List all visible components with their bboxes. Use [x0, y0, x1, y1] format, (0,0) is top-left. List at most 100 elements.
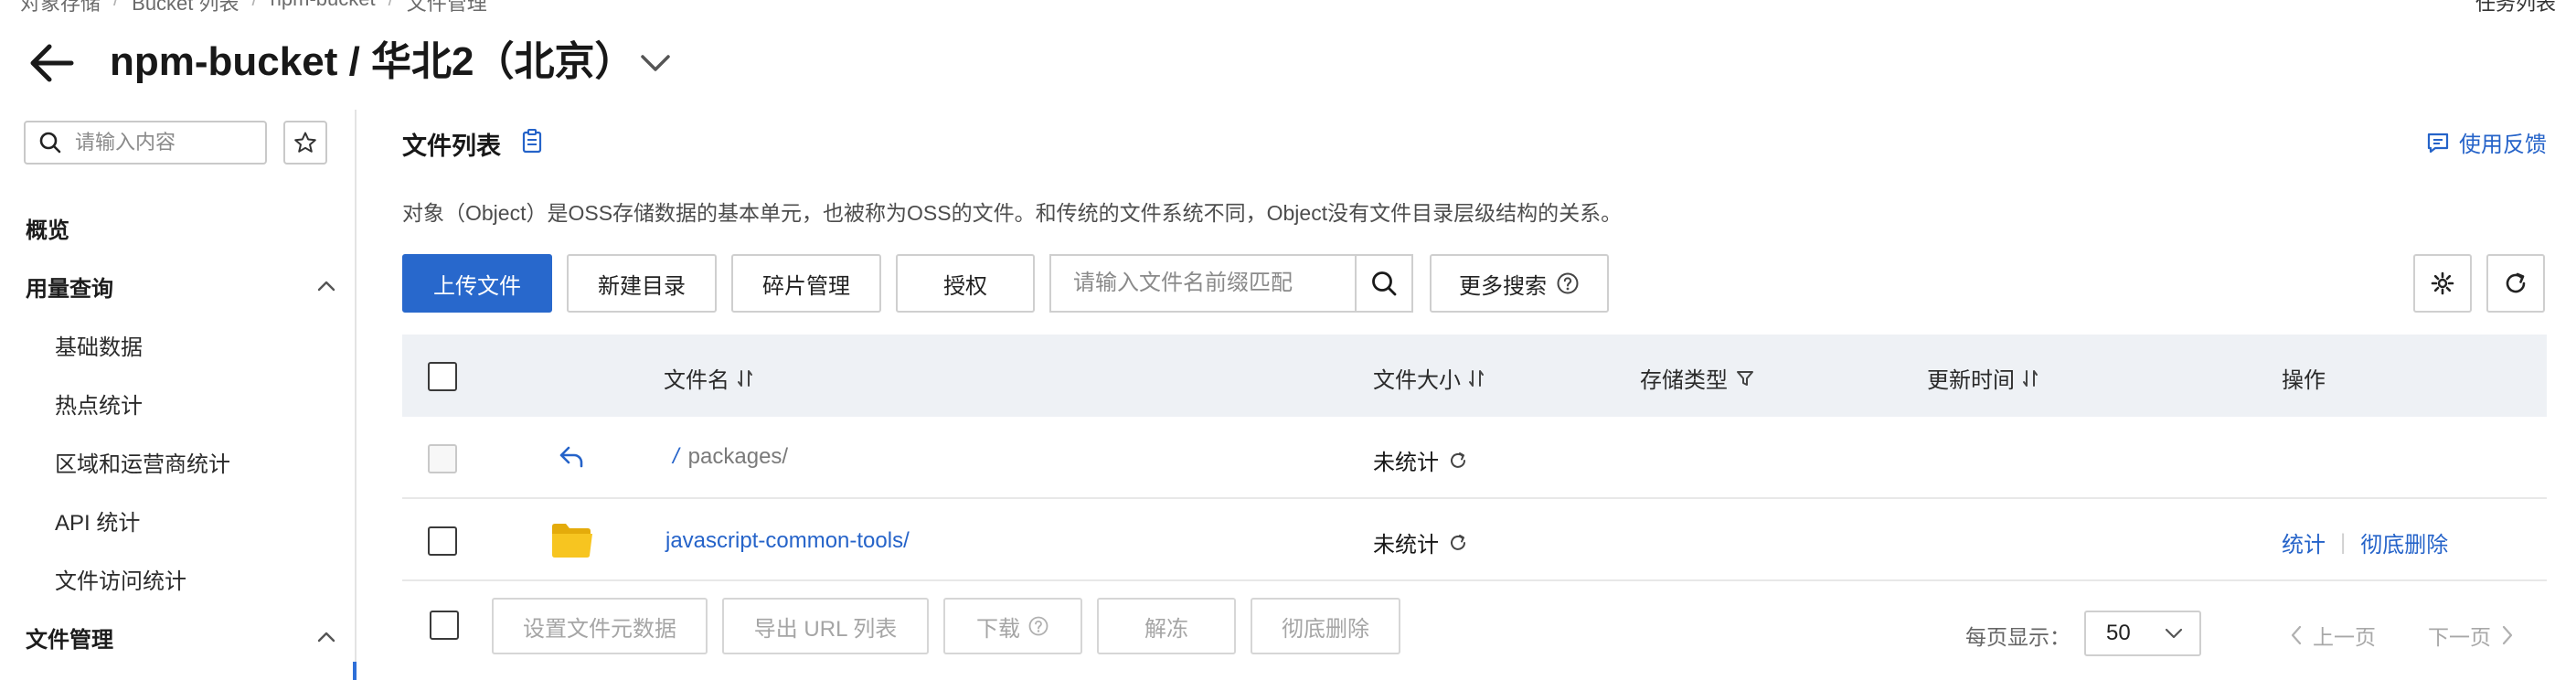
parent-size-cell: 未统计: [1373, 444, 1468, 476]
new-directory-button[interactable]: 新建目录: [567, 254, 717, 313]
favorite-button[interactable]: [283, 121, 327, 165]
prev-page-button[interactable]: 上一页: [2289, 620, 2376, 651]
breadcrumb: 对象存储 / Bucket 列表 / npm-bucket / 文件管理: [20, 0, 487, 16]
sidebar-group-file-management[interactable]: 文件管理: [26, 622, 113, 653]
column-updated[interactable]: 更新时间: [1927, 362, 2038, 394]
sidebar-item-hotspot[interactable]: 热点统计: [55, 388, 143, 420]
export-url-button[interactable]: 导出 URL 列表: [722, 598, 929, 654]
footer-select-all-checkbox[interactable]: [430, 611, 459, 640]
sidebar-item-basic-data[interactable]: 基础数据: [55, 329, 143, 361]
help-circle-icon: [1028, 616, 1048, 636]
column-actions: 操作: [2282, 362, 2326, 394]
folder-size-cell: 未统计: [1373, 526, 1468, 558]
download-label: 下载: [976, 616, 1020, 642]
column-storage-label: 存储类型: [1640, 368, 1728, 393]
chevron-down-icon[interactable]: [638, 48, 673, 79]
per-page-select[interactable]: 50: [2084, 611, 2201, 656]
help-circle-icon: [1557, 272, 1579, 294]
back-arrow-icon[interactable]: [26, 40, 77, 86]
column-filename[interactable]: 文件名: [664, 362, 753, 394]
search-icon: [39, 132, 61, 154]
sidebar-item-overview[interactable]: 概览: [26, 212, 69, 244]
chevron-up-icon[interactable]: [314, 629, 338, 645]
set-metadata-button[interactable]: 设置文件元数据: [492, 598, 708, 654]
column-updated-label: 更新时间: [1927, 368, 2015, 393]
message-icon: [2427, 133, 2449, 153]
next-page-label: 下一页: [2428, 625, 2491, 649]
breadcrumb-item-bucket[interactable]: npm-bucket: [271, 0, 376, 16]
row-actions: 统计 | 彻底删除: [2282, 526, 2448, 558]
more-search-label: 更多搜索: [1459, 273, 1547, 299]
sort-icon: [738, 369, 752, 387]
stats-action-link[interactable]: 统计: [2282, 526, 2326, 558]
breadcrumb-item-current: 文件管理: [406, 0, 487, 15]
refresh-button[interactable]: [2486, 254, 2545, 313]
column-actions-label: 操作: [2282, 368, 2326, 393]
column-filesize-label: 文件大小: [1373, 368, 1461, 393]
folder-icon: [552, 524, 592, 558]
row-checkbox-disabled: [428, 444, 457, 473]
folder-link[interactable]: javascript-common-tools/: [665, 528, 910, 554]
sidebar-search-input[interactable]: [75, 131, 249, 154]
feedback-link[interactable]: 使用反馈: [2426, 126, 2547, 158]
download-button[interactable]: 下载: [943, 598, 1082, 654]
sidebar-active-indicator: [353, 662, 357, 680]
sort-icon: [1469, 369, 1484, 387]
column-storage-type[interactable]: 存储类型: [1640, 362, 1755, 394]
breadcrumb-separator: /: [252, 0, 258, 16]
return-arrow-icon[interactable]: [558, 444, 585, 472]
select-all-checkbox[interactable]: [428, 362, 457, 391]
parent-slash: /: [673, 444, 679, 469]
search-icon: [1372, 271, 1397, 296]
chevron-right-icon: [2502, 625, 2513, 645]
parent-path: packages/: [687, 444, 789, 469]
parent-directory-link[interactable]: / packages/: [673, 444, 788, 470]
sidebar-divider: [355, 110, 357, 680]
size-text: 未统计: [1373, 451, 1439, 475]
refresh-icon[interactable]: [1448, 533, 1468, 553]
breadcrumb-separator: /: [113, 0, 119, 16]
refresh-icon[interactable]: [1448, 451, 1468, 471]
chevron-up-icon[interactable]: [314, 278, 338, 294]
row-divider: [402, 579, 2547, 581]
prev-page-label: 上一页: [2313, 625, 2376, 649]
gear-icon: [2431, 271, 2454, 295]
sidebar-search[interactable]: [24, 121, 267, 165]
column-filename-label: 文件名: [664, 368, 729, 393]
settings-button[interactable]: [2413, 254, 2472, 313]
refresh-icon: [2506, 272, 2526, 293]
breadcrumb-separator: /: [389, 0, 394, 16]
clipboard-icon[interactable]: [521, 128, 543, 154]
per-page-value: 50: [2106, 621, 2131, 645]
sidebar-group-usage[interactable]: 用量查询: [26, 271, 113, 303]
sidebar-item-region-isp[interactable]: 区域和运营商统计: [55, 446, 230, 478]
fragment-management-button[interactable]: 碎片管理: [731, 254, 881, 313]
column-filesize[interactable]: 文件大小: [1373, 362, 1485, 394]
sidebar-item-file-access[interactable]: 文件访问统计: [55, 563, 186, 595]
size-text: 未统计: [1373, 533, 1439, 558]
task-list-link[interactable]: 任务列表: [2475, 0, 2556, 16]
action-separator: |: [2340, 529, 2347, 555]
per-page-label: 每页显示：: [1965, 625, 2070, 649]
batch-delete-button[interactable]: 彻底删除: [1251, 598, 1400, 654]
more-search-button[interactable]: 更多搜索: [1430, 254, 1609, 313]
chevron-down-icon: [2165, 628, 2183, 639]
upload-file-button[interactable]: 上传文件: [402, 254, 552, 313]
delete-action-link[interactable]: 彻底删除: [2360, 526, 2448, 558]
row-checkbox[interactable]: [428, 526, 457, 556]
file-search-button[interactable]: [1355, 254, 1413, 313]
row-divider: [402, 497, 2547, 499]
file-search-input[interactable]: [1073, 271, 1338, 296]
page-description: 对象（Object）是OSS存储数据的基本单元，也被称为OSS的文件。和传统的文…: [402, 201, 1623, 225]
breadcrumb-item-oss[interactable]: 对象存储: [20, 0, 101, 16]
sidebar-item-api-stats[interactable]: API 统计: [55, 505, 140, 537]
filter-icon: [1737, 370, 1753, 386]
authorize-button[interactable]: 授权: [896, 254, 1035, 313]
next-page-button[interactable]: 下一页: [2428, 620, 2515, 651]
chevron-left-icon: [2291, 625, 2302, 645]
page-title: npm-bucket / 华北2（北京）: [110, 39, 635, 84]
breadcrumb-item-bucket-list[interactable]: Bucket 列表: [132, 0, 239, 16]
sort-icon: [2023, 369, 2038, 387]
unfreeze-button[interactable]: 解冻: [1097, 598, 1236, 654]
feedback-label: 使用反馈: [2459, 133, 2547, 157]
